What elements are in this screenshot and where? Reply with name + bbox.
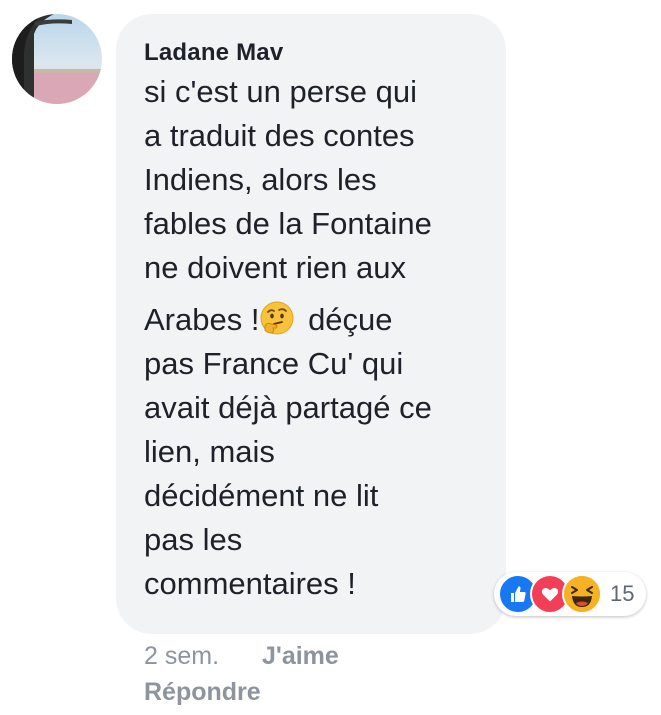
avatar[interactable]: [12, 14, 102, 104]
comment-text-after-emoji: déçue: [299, 302, 393, 337]
thinking-face-icon: [259, 300, 295, 336]
comment-line: si c'est un perse qui: [144, 74, 418, 109]
comment-line: fables de la Fontaine: [144, 206, 432, 241]
comment-line: avait déjà partagé ce: [144, 390, 432, 425]
comment-line-with-emoji: Arabes ! déçue: [144, 298, 480, 342]
like-button[interactable]: J'aime: [262, 642, 339, 670]
comment-line: décidément ne lit: [144, 478, 379, 513]
comment-author[interactable]: Ladane Mav: [144, 36, 480, 70]
comment-line: lien, mais: [144, 434, 275, 469]
comment-line: pas France Cu' qui: [144, 346, 404, 381]
comment-text-before-emoji: Arabes !: [144, 302, 260, 337]
avatar-image: [12, 14, 102, 104]
comment-body: si c'est un perse qui a traduit des cont…: [144, 70, 480, 606]
comment-timestamp[interactable]: 2 sem.: [144, 642, 219, 670]
comment-line: a traduit des contes: [144, 118, 415, 153]
comment-thread: Ladane Mav si c'est un perse qui a tradu…: [0, 0, 661, 715]
haha-icon: [562, 574, 602, 614]
comment-bubble: Ladane Mav si c'est un perse qui a tradu…: [116, 14, 506, 634]
reaction-count: 15: [610, 581, 635, 606]
comment-line: ne doivent rien aux: [144, 250, 406, 285]
comment-line: commentaires !: [144, 566, 356, 601]
reactions-summary[interactable]: 15: [494, 572, 647, 616]
reply-button[interactable]: Répondre: [144, 674, 261, 710]
comment-line: Indiens, alors les: [144, 162, 377, 197]
comment-line: pas les: [144, 522, 243, 557]
comment-meta: 2 sem. J'aime: [144, 638, 339, 674]
